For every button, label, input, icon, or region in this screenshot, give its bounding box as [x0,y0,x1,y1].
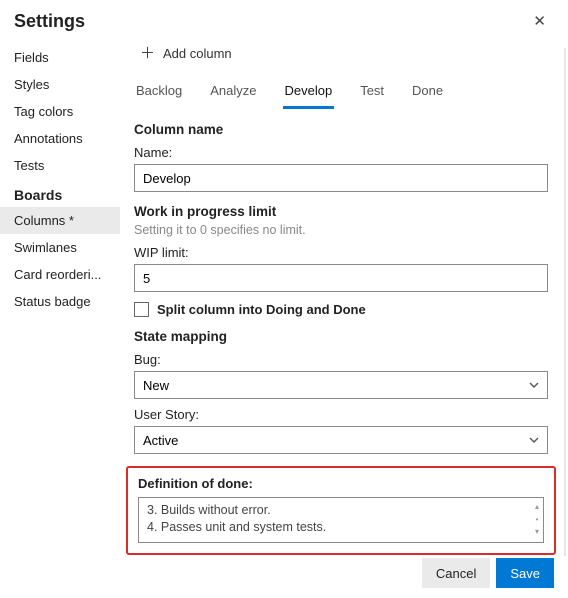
state-mapping-heading: State mapping [134,329,548,344]
settings-sidebar: FieldsStylesTag colorsAnnotationsTests B… [0,38,120,556]
column-name-input[interactable] [134,164,548,192]
sidebar-item[interactable]: Columns * [0,207,120,234]
cancel-button[interactable]: Cancel [422,558,490,588]
split-column-label: Split column into Doing and Done [157,302,366,317]
tab[interactable]: Test [358,77,386,109]
sidebar-item[interactable]: Status badge [0,288,120,315]
wip-label: WIP limit: [134,245,548,260]
tab[interactable]: Backlog [134,77,184,109]
sidebar-item[interactable]: Swimlanes [0,234,120,261]
sidebar-item[interactable]: Card reorderi... [0,261,120,288]
add-column-label: Add column [163,46,232,61]
tab[interactable]: Done [410,77,445,109]
user-story-state-select[interactable] [134,426,548,454]
definition-of-done-section: Definition of done: 3. Builds without er… [126,466,556,555]
user-story-label: User Story: [134,407,548,422]
dod-line: 3. Builds without error. [147,502,529,519]
dod-heading: Definition of done: [138,476,544,491]
sidebar-item[interactable]: Annotations [0,125,120,152]
bug-state-select[interactable] [134,371,548,399]
wip-limit-input[interactable] [134,264,548,292]
plus-icon: ＋ [140,46,155,61]
wip-heading: Work in progress limit [134,204,548,219]
tab[interactable]: Develop [283,77,335,109]
sidebar-group-boards: Boards [0,179,120,207]
dod-scrollbar[interactable]: ▴•▾ [534,502,540,538]
dod-line: 4. Passes unit and system tests. [147,519,529,536]
close-icon[interactable]: ✕ [527,10,552,32]
column-name-heading: Column name [134,122,548,137]
save-button[interactable]: Save [496,558,554,588]
settings-title: Settings [14,11,85,32]
name-label: Name: [134,145,548,160]
sidebar-item[interactable]: Tests [0,152,120,179]
scrollbar[interactable] [564,48,566,556]
tab[interactable]: Analyze [208,77,258,109]
dod-textarea[interactable]: 3. Builds without error.4. Passes unit a… [138,497,544,543]
sidebar-item[interactable]: Fields [0,44,120,71]
sidebar-item[interactable]: Tag colors [0,98,120,125]
sidebar-item[interactable]: Styles [0,71,120,98]
split-column-checkbox[interactable] [134,302,149,317]
wip-subtext: Setting it to 0 specifies no limit. [134,223,548,237]
column-tabs: Backlog Analyze Develop Test Done [124,73,558,110]
bug-label: Bug: [134,352,548,367]
add-column-button[interactable]: ＋ Add column [132,40,240,67]
